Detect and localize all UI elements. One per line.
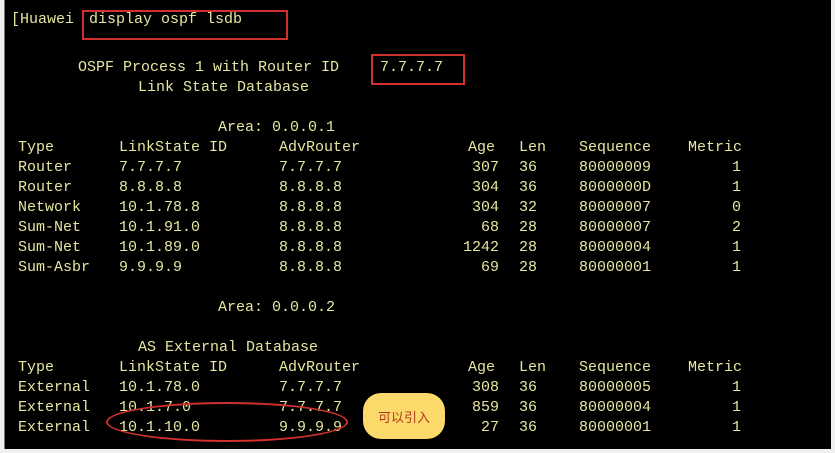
cell-type: External xyxy=(18,399,91,416)
cell-metric: 1 xyxy=(731,179,741,196)
cell-metric: 1 xyxy=(731,419,741,436)
cell-len: 36 xyxy=(519,419,538,436)
cell-metric: 1 xyxy=(731,159,741,176)
cell-len: 32 xyxy=(519,199,538,216)
cell-lsid: 7.7.7.7 xyxy=(119,159,183,176)
lsdb-title: Link State Database xyxy=(138,79,310,96)
cell-type: Router xyxy=(18,159,73,176)
cell-age: 69 xyxy=(480,259,499,276)
cell-seq: 80000001 xyxy=(579,259,652,276)
col-seq-header: Sequence xyxy=(579,139,652,156)
cell-age: 307 xyxy=(471,159,499,176)
cell-seq: 80000007 xyxy=(579,199,652,216)
cell-metric: 2 xyxy=(731,219,741,236)
col-metric-header: Metric xyxy=(688,139,743,156)
cell-seq: 80000009 xyxy=(579,159,652,176)
cell-metric: 1 xyxy=(731,259,741,276)
col-lsid-header: LinkState ID xyxy=(119,359,228,376)
cell-lsid: 9.9.9.9 xyxy=(119,259,183,276)
col-type-header: Type xyxy=(18,359,55,376)
cell-age: 304 xyxy=(471,179,499,196)
cell-seq: 80000001 xyxy=(579,419,652,436)
as-external-title: AS External Database xyxy=(138,339,319,356)
cell-age: 304 xyxy=(471,199,499,216)
ospf-process-line: OSPF Process 1 with Router ID xyxy=(78,59,340,76)
col-len-header: Len xyxy=(519,139,547,156)
annotation-note: 可以引入 xyxy=(363,393,445,439)
cell-adv: 8.8.8.8 xyxy=(279,219,343,236)
cell-adv: 8.8.8.8 xyxy=(279,199,343,216)
cell-type: Sum-Net xyxy=(18,219,82,236)
cell-len: 36 xyxy=(519,399,538,416)
cell-type: External xyxy=(18,379,91,396)
cell-adv: 7.7.7.7 xyxy=(279,379,343,396)
col-len-header: Len xyxy=(519,359,547,376)
command-highlight-box xyxy=(82,10,288,40)
col-age-header: Age xyxy=(468,139,496,156)
col-adv-header: AdvRouter xyxy=(279,359,361,376)
cell-metric: 1 xyxy=(731,399,741,416)
cell-seq: 80000005 xyxy=(579,379,652,396)
cell-type: Router xyxy=(18,179,73,196)
cell-len: 28 xyxy=(519,259,538,276)
cell-adv: 7.7.7.7 xyxy=(279,159,343,176)
cell-seq: 80000004 xyxy=(579,399,652,416)
cell-len: 36 xyxy=(519,179,538,196)
col-seq-header: Sequence xyxy=(579,359,652,376)
cell-lsid: 10.1.91.0 xyxy=(119,219,201,236)
col-type-header: Type xyxy=(18,139,55,156)
cell-adv: 8.8.8.8 xyxy=(279,259,343,276)
cell-lsid: 10.1.78.8 xyxy=(119,199,201,216)
cell-seq: 80000004 xyxy=(579,239,652,256)
cell-seq: 80000007 xyxy=(579,219,652,236)
col-metric-header: Metric xyxy=(688,359,743,376)
cell-len: 28 xyxy=(519,239,538,256)
cell-adv: 8.8.8.8 xyxy=(279,239,343,256)
cell-seq: 8000000D xyxy=(579,179,652,196)
cell-len: 28 xyxy=(519,219,538,236)
cell-age: 308 xyxy=(471,379,499,396)
cell-type: Network xyxy=(18,199,82,216)
cell-age: 68 xyxy=(480,219,499,236)
cell-lsid: 10.1.89.0 xyxy=(119,239,201,256)
cell-len: 36 xyxy=(519,379,538,396)
cell-metric: 1 xyxy=(731,379,741,396)
cell-adv: 8.8.8.8 xyxy=(279,179,343,196)
col-adv-header: AdvRouter xyxy=(279,139,361,156)
cell-type: External xyxy=(18,419,91,436)
cell-age: 859 xyxy=(471,399,499,416)
cell-lsid: 8.8.8.8 xyxy=(119,179,183,196)
col-age-header: Age xyxy=(468,359,496,376)
cell-metric: 1 xyxy=(731,239,741,256)
cell-lsid: 10.1.78.0 xyxy=(119,379,201,396)
cell-type: Sum-Asbr xyxy=(18,259,91,276)
area-label: Area: 0.0.0.1 xyxy=(218,119,336,136)
cell-age: 27 xyxy=(480,419,499,436)
col-lsid-header: LinkState ID xyxy=(119,139,228,156)
cell-age: 1242 xyxy=(462,239,499,256)
cell-type: Sum-Net xyxy=(18,239,82,256)
cell-len: 36 xyxy=(519,159,538,176)
area-label: Area: 0.0.0.2 xyxy=(218,299,336,316)
external-route-highlight-ellipse xyxy=(106,402,348,442)
cell-metric: 0 xyxy=(731,199,741,216)
cli-prompt: [Huawei xyxy=(11,11,75,28)
router-id-highlight-box xyxy=(371,54,465,85)
